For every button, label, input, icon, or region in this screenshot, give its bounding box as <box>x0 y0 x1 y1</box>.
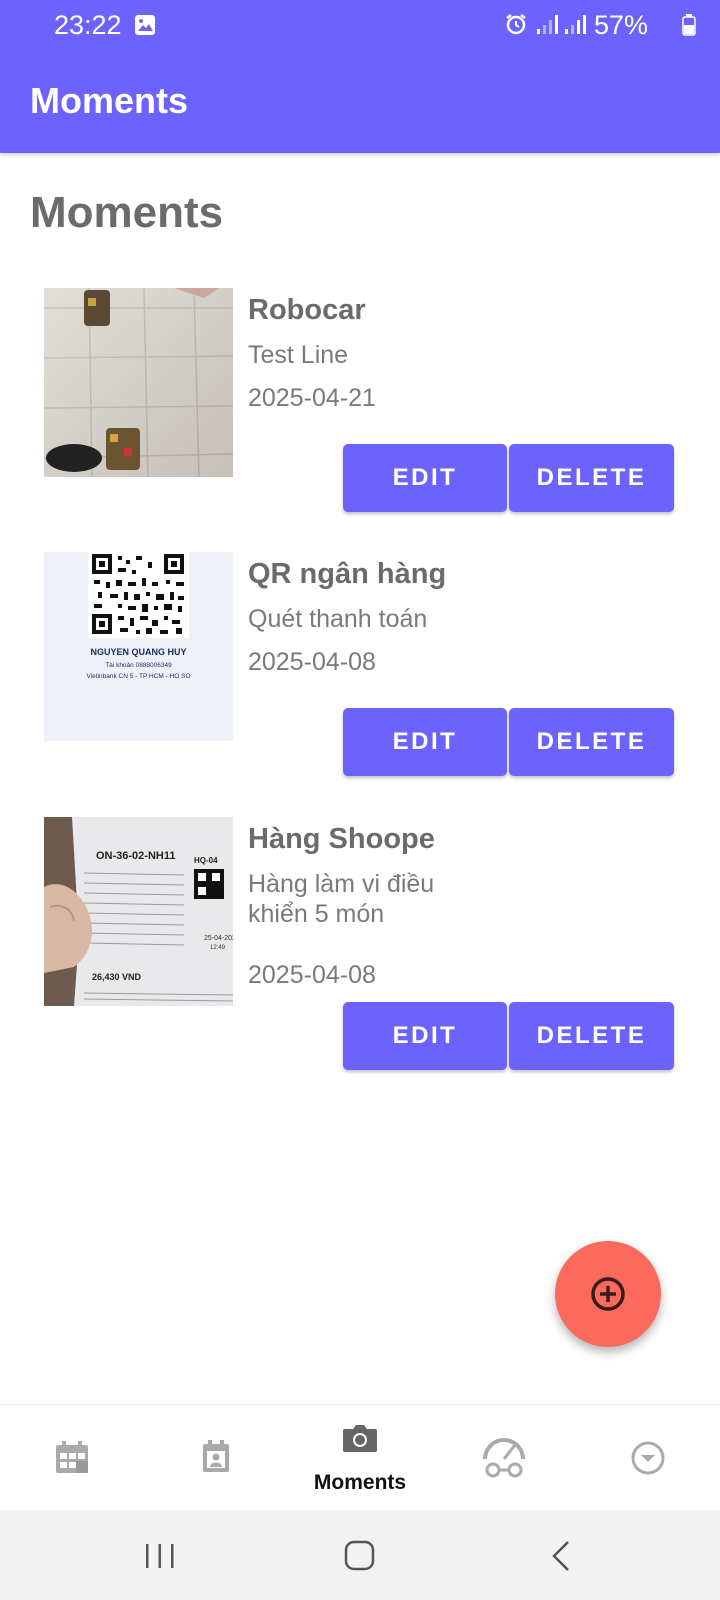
add-circle-icon <box>591 1277 625 1311</box>
status-bar: 23:22 57% <box>0 0 720 52</box>
parcel-date: 25-04-2025 <box>204 935 233 942</box>
moment-description: Hàng làm vi điều khiển 5 món <box>248 870 435 928</box>
parcel-time: 12:49 <box>210 945 226 951</box>
moment-title: Robocar <box>248 294 366 326</box>
app-bar-title: Moments <box>30 80 189 121</box>
app-bar: 23:22 57% Moments <box>0 0 720 153</box>
parcel-code: ON-36-02-NH11 <box>96 850 175 862</box>
moment-date: 2025-04-08 <box>248 648 376 676</box>
speedometer-icon <box>483 1438 525 1478</box>
nav-item-contacts[interactable] <box>144 1405 288 1511</box>
moment-date: 2025-04-08 <box>248 961 376 989</box>
page-title: Moments <box>30 188 224 237</box>
parcel-hq: HQ-04 <box>194 856 218 865</box>
status-icons: 57% <box>490 10 720 40</box>
nav-item-moments[interactable]: Moments <box>288 1405 432 1511</box>
edit-button[interactable]: EDIT <box>343 1002 507 1070</box>
signal-icon <box>565 15 586 34</box>
edit-button[interactable]: EDIT <box>343 708 507 776</box>
moment-date: 2025-04-21 <box>248 384 376 412</box>
edit-button[interactable]: EDIT <box>343 444 507 512</box>
delete-button[interactable]: DELETE <box>509 1002 674 1070</box>
moment-thumbnail[interactable]: NGUYEN QUANG HUY Tài khoản 0888006349 Vi… <box>44 552 233 741</box>
system-navigation <box>0 1510 720 1600</box>
moment-title: Hàng Shoope <box>248 823 435 855</box>
moment-description: Quét thanh toán <box>248 605 428 633</box>
home-icon[interactable] <box>340 1538 380 1574</box>
battery-icon <box>682 14 696 36</box>
delete-button[interactable]: DELETE <box>509 708 674 776</box>
alarm-icon <box>506 14 526 35</box>
nav-item-more[interactable] <box>576 1405 720 1511</box>
nav-item-calendar[interactable] <box>0 1405 144 1511</box>
parcel-price: 26,430 VND <box>92 972 142 982</box>
delete-button[interactable]: DELETE <box>509 444 674 512</box>
status-time: 23:22 <box>54 10 122 40</box>
calendar-contact-icon <box>203 1440 229 1472</box>
image-icon <box>135 15 155 35</box>
moment-card: ON-36-02-NH11 HQ-04 25-04-2025 12:49 26,… <box>44 817 676 1077</box>
nav-item-speed[interactable] <box>432 1405 576 1511</box>
moment-thumbnail[interactable]: ON-36-02-NH11 HQ-04 25-04-2025 12:49 26,… <box>44 817 233 1006</box>
moment-description: Test Line <box>248 341 349 369</box>
nav-label-moments: Moments <box>313 1471 407 1494</box>
moment-card: Robocar Test Line 2025-04-21 EDIT DELETE <box>44 288 676 518</box>
calendar-grid-icon <box>56 1441 88 1473</box>
moment-title: QR ngân hàng <box>248 558 447 590</box>
add-moment-fab[interactable] <box>555 1241 661 1347</box>
signal-icon <box>537 15 558 34</box>
recents-icon[interactable] <box>140 1538 180 1574</box>
battery-percent: 57% <box>594 10 649 40</box>
qr-account-number: Tài khoản 0888006349 <box>105 662 172 669</box>
back-icon[interactable] <box>542 1538 582 1574</box>
camera-icon <box>343 1425 377 1452</box>
moment-card: NGUYEN QUANG HUY Tài khoản 0888006349 Vi… <box>44 552 676 782</box>
bottom-navigation: Moments <box>0 1404 720 1510</box>
qr-account-name: NGUYEN QUANG HUY <box>90 647 186 657</box>
chevron-circle-down-icon <box>631 1441 665 1475</box>
qr-bank-branch: Vietinbank CN 5 - TP HCM - HO SO <box>86 673 190 680</box>
moment-thumbnail[interactable] <box>44 288 233 477</box>
